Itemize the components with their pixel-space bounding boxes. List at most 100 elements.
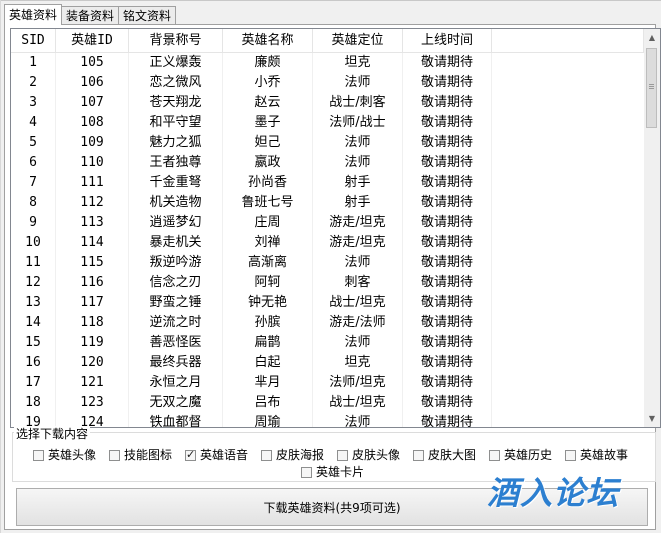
table-row[interactable]: 5 109 魅力之狐 妲己 法师 敬请期待	[11, 133, 644, 153]
table-row[interactable]: 12 116 信念之刃 阿轲 刺客 敬请期待	[11, 273, 644, 293]
cell-hero-id: 111	[56, 173, 129, 193]
checkbox-box[interactable]	[109, 449, 120, 461]
cell-hero-id: 105	[56, 53, 129, 73]
checkbox-box[interactable]	[33, 449, 44, 461]
cell-filler	[492, 393, 644, 413]
cell-role: 法师	[313, 253, 403, 273]
scroll-up-arrow-icon[interactable]: ▲	[644, 29, 660, 46]
table-row[interactable]: 19 124 铁血都督 周瑜 法师 敬请期待	[11, 413, 644, 427]
column-header-sid[interactable]: SID	[11, 29, 56, 52]
cell-release: 敬请期待	[403, 193, 492, 213]
table-row[interactable]: 6 110 王者独尊 嬴政 法师 敬请期待	[11, 153, 644, 173]
checkbox-skin-large[interactable]: 皮肤大图	[413, 447, 476, 463]
table-row[interactable]: 8 112 机关造物 鲁班七号 射手 敬请期待	[11, 193, 644, 213]
cell-title: 叛逆吟游	[129, 253, 223, 273]
cell-sid: 2	[11, 73, 56, 93]
cell-role: 法师/战士	[313, 113, 403, 133]
cell-release: 敬请期待	[403, 253, 492, 273]
table-row[interactable]: 9 113 逍遥梦幻 庄周 游走/坦克 敬请期待	[11, 213, 644, 233]
cell-filler	[492, 373, 644, 393]
cell-filler	[492, 353, 644, 373]
cell-role: 游走/坦克	[313, 213, 403, 233]
cell-name: 芈月	[223, 373, 313, 393]
checkbox-box[interactable]	[337, 449, 348, 461]
table-row[interactable]: 2 106 恋之微风 小乔 法师 敬请期待	[11, 73, 644, 93]
table-row[interactable]: 1 105 正义爆轰 廉颇 坦克 敬请期待	[11, 53, 644, 73]
table-row[interactable]: 15 119 善恶怪医 扁鹊 法师 敬请期待	[11, 333, 644, 353]
cell-sid: 6	[11, 153, 56, 173]
cell-role: 游走/法师	[313, 313, 403, 333]
column-header-role[interactable]: 英雄定位	[313, 29, 403, 52]
table-row[interactable]: 7 111 千金重弩 孙尚香 射手 敬请期待	[11, 173, 644, 193]
cell-name: 鲁班七号	[223, 193, 313, 213]
cell-sid: 1	[11, 53, 56, 73]
cell-sid: 4	[11, 113, 56, 133]
cell-name: 墨子	[223, 113, 313, 133]
cell-role: 刺客	[313, 273, 403, 293]
checkbox-skin-avatar[interactable]: 皮肤头像	[337, 447, 400, 463]
tab-equipment-info[interactable]: 装备资料	[61, 6, 120, 25]
cell-filler	[492, 213, 644, 233]
checkbox-hero-avatar[interactable]: 英雄头像	[33, 447, 96, 463]
table-row[interactable]: 4 108 和平守望 墨子 法师/战士 敬请期待	[11, 113, 644, 133]
list-body: 1 105 正义爆轰 廉颇 坦克 敬请期待 2 106 恋之微风 小乔 法师 敬请期待 3 107 苍天翔龙…	[11, 53, 644, 427]
checkbox-box[interactable]	[489, 449, 500, 461]
cell-hero-id: 110	[56, 153, 129, 173]
checkbox-box[interactable]	[261, 449, 272, 461]
checkbox-hero-voice[interactable]: 英雄语音	[185, 447, 248, 463]
column-header-title[interactable]: 背景称号	[129, 29, 223, 52]
list-vertical-scrollbar[interactable]: ▲ ▼	[644, 29, 660, 427]
cell-hero-id: 108	[56, 113, 129, 133]
table-row[interactable]: 11 115 叛逆吟游 高渐离 法师 敬请期待	[11, 253, 644, 273]
cell-role: 游走/坦克	[313, 233, 403, 253]
tab-inscription-info[interactable]: 铭文资料	[118, 6, 177, 25]
column-header-hero-id[interactable]: 英雄ID	[56, 29, 129, 52]
column-header-filler	[492, 29, 644, 52]
cell-filler	[492, 93, 644, 113]
cell-title: 逍遥梦幻	[129, 213, 223, 233]
scrollbar-thumb[interactable]	[646, 48, 657, 128]
checkbox-box[interactable]	[413, 449, 424, 461]
cell-name: 高渐离	[223, 253, 313, 273]
column-header-name[interactable]: 英雄名称	[223, 29, 313, 52]
cell-release: 敬请期待	[403, 233, 492, 253]
checkbox-hero-history[interactable]: 英雄历史	[489, 447, 552, 463]
hero-list[interactable]: SID 英雄ID 背景称号 英雄名称 英雄定位 上线时间 1 105 正义爆轰 廉颇坦…	[11, 29, 644, 427]
cell-release: 敬请期待	[403, 293, 492, 313]
cell-role: 法师	[313, 133, 403, 153]
cell-role: 法师	[313, 73, 403, 93]
cell-name: 扁鹊	[223, 333, 313, 353]
checkbox-skin-poster[interactable]: 皮肤海报	[261, 447, 324, 463]
table-row[interactable]: 13 117 野蛮之锤 钟无艳 战士/坦克 敬请期待	[11, 293, 644, 313]
table-row[interactable]: 18 123 无双之魔 吕布 战士/坦克 敬请期待	[11, 393, 644, 413]
cell-title: 正义爆轰	[129, 53, 223, 73]
table-row[interactable]: 17 121 永恒之月 芈月 法师/坦克 敬请期待	[11, 373, 644, 393]
scroll-down-arrow-icon[interactable]: ▼	[644, 410, 660, 427]
checkbox-hero-card[interactable]: 英雄卡片	[301, 464, 364, 480]
cell-role: 射手	[313, 193, 403, 213]
table-row[interactable]: 14 118 逆流之时 孙膑 游走/法师 敬请期待	[11, 313, 644, 333]
cell-role: 战士/刺客	[313, 93, 403, 113]
cell-title: 善恶怪医	[129, 333, 223, 353]
column-header-release[interactable]: 上线时间	[403, 29, 492, 52]
checkbox-box-checked[interactable]	[185, 447, 196, 463]
cell-sid: 12	[11, 273, 56, 293]
cell-name: 阿轲	[223, 273, 313, 293]
cell-name: 钟无艳	[223, 293, 313, 313]
checkbox-hero-story[interactable]: 英雄故事	[565, 447, 628, 463]
cell-title: 苍天翔龙	[129, 93, 223, 113]
table-row[interactable]: 3 107 苍天翔龙 赵云 战士/刺客 敬请期待	[11, 93, 644, 113]
table-row[interactable]: 16 120 最终兵器 白起 坦克 敬请期待	[11, 353, 644, 373]
cell-hero-id: 118	[56, 313, 129, 333]
checkbox-box[interactable]	[301, 466, 312, 478]
cell-title: 无双之魔	[129, 393, 223, 413]
table-row[interactable]: 10 114 暴走机关 刘禅 游走/坦克 敬请期待	[11, 233, 644, 253]
cell-role: 战士/坦克	[313, 293, 403, 313]
checkbox-label: 皮肤头像	[352, 448, 401, 462]
cell-title: 魅力之狐	[129, 133, 223, 153]
cell-hero-id: 123	[56, 393, 129, 413]
checkbox-skill-icon[interactable]: 技能图标	[109, 447, 172, 463]
tab-hero-info[interactable]: 英雄资料	[4, 4, 63, 25]
cell-filler	[492, 253, 644, 273]
checkbox-box[interactable]	[565, 449, 576, 461]
